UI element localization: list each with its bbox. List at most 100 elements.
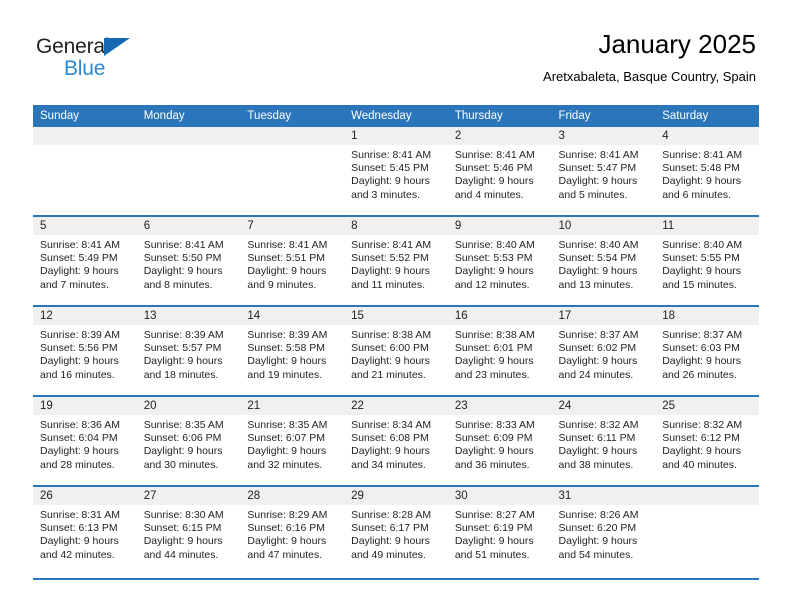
calendar-week-row: 5 Sunrise: 8:41 AM Sunset: 5:49 PM Daylight… — [33, 215, 759, 306]
day-details: Sunrise: 8:40 AM Sunset: 5:55 PM Daylight:… — [655, 235, 759, 292]
day-number: 18 — [655, 307, 759, 325]
sunrise-text: Sunrise: 8:32 AM — [558, 419, 639, 431]
calendar-week-row: 26 Sunrise: 8:31 AM Sunset: 6:13 PM Dayligh… — [33, 485, 759, 575]
sunrise-text: Sunrise: 8:26 AM — [558, 509, 639, 521]
sunset-text: Sunset: 6:07 PM — [247, 432, 326, 445]
day-details: Sunrise: 8:33 AM Sunset: 6:09 PM Daylight:… — [448, 415, 552, 472]
weekday-header-tuesday: Tuesday — [240, 105, 345, 127]
calendar-cell: 13 Sunrise: 8:39 AM Sunset: 5:57 PM Dayligh… — [136, 305, 241, 396]
sunset-text: Sunset: 5:56 PM — [40, 342, 118, 355]
day-cell[interactable]: 21 Sunrise: 8:35 AM Sunset: 6:07 PM Dayligh… — [240, 397, 345, 485]
day-cell[interactable]: 18 Sunrise: 8:37 AM Sunset: 6:03 PM Dayligh… — [655, 307, 759, 395]
day-number: 16 — [447, 307, 552, 325]
day-cell[interactable]: 12 Sunrise: 8:39 AM Sunset: 5:56 PM Dayligh… — [33, 307, 137, 395]
day-cell[interactable]: 1 Sunrise: 8:41 AM Sunset: 5:45 PM Daylight… — [344, 127, 448, 215]
sunrise-text: Sunrise: 8:41 AM — [558, 149, 639, 161]
day-number: 20 — [136, 397, 241, 415]
calendar-cell: 27 Sunrise: 8:30 AM Sunset: 6:15 PM Dayligh… — [136, 485, 241, 575]
day-cell[interactable]: 5 Sunrise: 8:41 AM Sunset: 5:49 PM Daylight… — [33, 217, 137, 305]
day-cell[interactable]: 24 Sunrise: 8:32 AM Sunset: 6:11 PM Dayligh… — [551, 397, 656, 485]
daylight-text-line2: and 9 minutes. — [247, 278, 317, 291]
sunrise-text: Sunrise: 8:35 AM — [143, 419, 224, 431]
daylight-text-line1: Daylight: 9 hours — [558, 535, 638, 548]
sunrise-text: Sunrise: 8:34 AM — [351, 419, 432, 431]
sunrise-text: Sunrise: 8:37 AM — [662, 329, 743, 341]
day-cell[interactable]: 29 Sunrise: 8:28 AM Sunset: 6:17 PM Dayligh… — [344, 487, 448, 575]
day-number: 28 — [240, 487, 345, 505]
day-cell[interactable]: 22 Sunrise: 8:34 AM Sunset: 6:08 PM Dayligh… — [344, 397, 448, 485]
day-cell[interactable]: 7 Sunrise: 8:41 AM Sunset: 5:51 PM Daylight… — [240, 217, 345, 305]
day-cell[interactable]: 28 Sunrise: 8:29 AM Sunset: 6:16 PM Dayligh… — [240, 487, 345, 575]
sunrise-text: Sunrise: 8:35 AM — [247, 419, 328, 431]
daylight-text-line1: Daylight: 9 hours — [454, 535, 534, 548]
day-cell[interactable]: 20 Sunrise: 8:35 AM Sunset: 6:06 PM Dayligh… — [136, 397, 241, 485]
daylight-text-line1: Daylight: 9 hours — [247, 445, 327, 458]
sunset-text: Sunset: 5:58 PM — [247, 342, 326, 355]
day-cell[interactable]: 9 Sunrise: 8:40 AM Sunset: 5:53 PM Daylight… — [447, 217, 552, 305]
calendar-header-row: Sunday Monday Tuesday Wednesday Thursday… — [33, 105, 759, 127]
day-cell[interactable]: 6 Sunrise: 8:41 AM Sunset: 5:50 PM Daylight… — [136, 217, 241, 305]
day-cell[interactable]: 27 Sunrise: 8:30 AM Sunset: 6:15 PM Dayligh… — [136, 487, 241, 575]
daylight-text-line1: Daylight: 9 hours — [454, 445, 534, 458]
daylight-text-line1: Daylight: 9 hours — [558, 355, 638, 368]
day-cell[interactable]: 25 Sunrise: 8:32 AM Sunset: 6:12 PM Dayligh… — [655, 397, 759, 485]
day-number: 22 — [344, 397, 448, 415]
day-cell[interactable]: 4 Sunrise: 8:41 AM Sunset: 5:48 PM Daylight… — [655, 127, 759, 215]
day-cell[interactable]: 2 Sunrise: 8:41 AM Sunset: 5:46 PM Daylight… — [447, 127, 552, 215]
sunset-text: Sunset: 6:15 PM — [143, 522, 222, 535]
day-cell[interactable]: 26 Sunrise: 8:31 AM Sunset: 6:13 PM Dayligh… — [33, 487, 137, 575]
calendar-cell: 25 Sunrise: 8:32 AM Sunset: 6:12 PM Dayligh… — [655, 395, 759, 486]
calendar-cell: 9 Sunrise: 8:40 AM Sunset: 5:53 PM Daylight… — [447, 215, 552, 306]
sunrise-text: Sunrise: 8:31 AM — [40, 509, 120, 521]
day-cell[interactable]: 30 Sunrise: 8:27 AM Sunset: 6:19 PM Dayligh… — [447, 487, 552, 575]
day-cell[interactable]: 17 Sunrise: 8:37 AM Sunset: 6:02 PM Dayligh… — [551, 307, 656, 395]
sunset-text: Sunset: 5:47 PM — [558, 162, 637, 175]
page-header: General Blue January 2025 Aretxabaleta, … — [0, 0, 792, 100]
day-number: 14 — [240, 307, 345, 325]
calendar-cell: 19 Sunrise: 8:36 AM Sunset: 6:04 PM Dayligh… — [33, 395, 137, 486]
calendar-cell: 2 Sunrise: 8:41 AM Sunset: 5:46 PM Daylight… — [447, 127, 552, 216]
daylight-text-line1: Daylight: 9 hours — [40, 355, 119, 368]
sunrise-text: Sunrise: 8:40 AM — [558, 239, 639, 251]
day-cell[interactable]: 8 Sunrise: 8:41 AM Sunset: 5:52 PM Daylight… — [344, 217, 448, 305]
day-cell[interactable]: 19 Sunrise: 8:36 AM Sunset: 6:04 PM Dayligh… — [33, 397, 137, 485]
daylight-text-line2: and 24 minutes. — [558, 368, 634, 381]
day-cell[interactable]: 31 Sunrise: 8:26 AM Sunset: 6:20 PM Dayligh… — [551, 487, 656, 575]
day-number: 13 — [136, 307, 241, 325]
day-number: 29 — [344, 487, 448, 505]
day-details: Sunrise: 8:28 AM Sunset: 6:17 PM Daylight:… — [344, 505, 448, 562]
logo-triangle-icon — [104, 38, 130, 56]
day-cell[interactable]: 16 Sunrise: 8:38 AM Sunset: 6:01 PM Dayligh… — [447, 307, 552, 395]
day-cell[interactable]: 14 Sunrise: 8:39 AM Sunset: 5:58 PM Dayligh… — [240, 307, 345, 395]
daylight-text-line2: and 15 minutes. — [662, 278, 737, 291]
day-cell[interactable]: 11 Sunrise: 8:40 AM Sunset: 5:55 PM Dayligh… — [655, 217, 759, 305]
daylight-text-line1: Daylight: 9 hours — [351, 355, 430, 368]
sunset-text: Sunset: 6:20 PM — [558, 522, 637, 535]
calendar-cell: 29 Sunrise: 8:28 AM Sunset: 6:17 PM Dayligh… — [344, 485, 448, 575]
daylight-text-line1: Daylight: 9 hours — [454, 175, 534, 188]
day-number: 17 — [551, 307, 656, 325]
day-details: Sunrise: 8:38 AM Sunset: 6:00 PM Daylight:… — [344, 325, 448, 382]
day-number — [240, 127, 345, 145]
daylight-text-line2: and 19 minutes. — [247, 368, 323, 381]
daylight-text-line2: and 51 minutes. — [454, 548, 530, 561]
daylight-text-line1: Daylight: 9 hours — [662, 355, 742, 368]
sunset-text: Sunset: 5:51 PM — [247, 252, 326, 265]
sunset-text: Sunset: 5:48 PM — [662, 162, 740, 175]
day-cell[interactable]: 15 Sunrise: 8:38 AM Sunset: 6:00 PM Dayligh… — [344, 307, 448, 395]
day-cell-empty — [33, 127, 137, 215]
calendar-cell: 31 Sunrise: 8:26 AM Sunset: 6:20 PM Dayligh… — [551, 485, 656, 575]
daylight-text-line2: and 13 minutes. — [558, 278, 634, 291]
calendar-cell: 26 Sunrise: 8:31 AM Sunset: 6:13 PM Dayligh… — [33, 485, 137, 575]
day-cell[interactable]: 23 Sunrise: 8:33 AM Sunset: 6:09 PM Dayligh… — [447, 397, 552, 485]
sunset-text: Sunset: 6:03 PM — [662, 342, 740, 355]
daylight-text-line1: Daylight: 9 hours — [351, 265, 430, 278]
sunrise-text: Sunrise: 8:38 AM — [454, 329, 535, 341]
sunset-text: Sunset: 5:49 PM — [40, 252, 118, 265]
day-cell[interactable]: 13 Sunrise: 8:39 AM Sunset: 5:57 PM Dayligh… — [136, 307, 241, 395]
sunset-text: Sunset: 6:02 PM — [558, 342, 637, 355]
day-number: 31 — [551, 487, 656, 505]
day-cell[interactable]: 3 Sunrise: 8:41 AM Sunset: 5:47 PM Daylight… — [551, 127, 656, 215]
day-number: 4 — [655, 127, 759, 145]
day-cell[interactable]: 10 Sunrise: 8:40 AM Sunset: 5:54 PM Dayligh… — [551, 217, 656, 305]
